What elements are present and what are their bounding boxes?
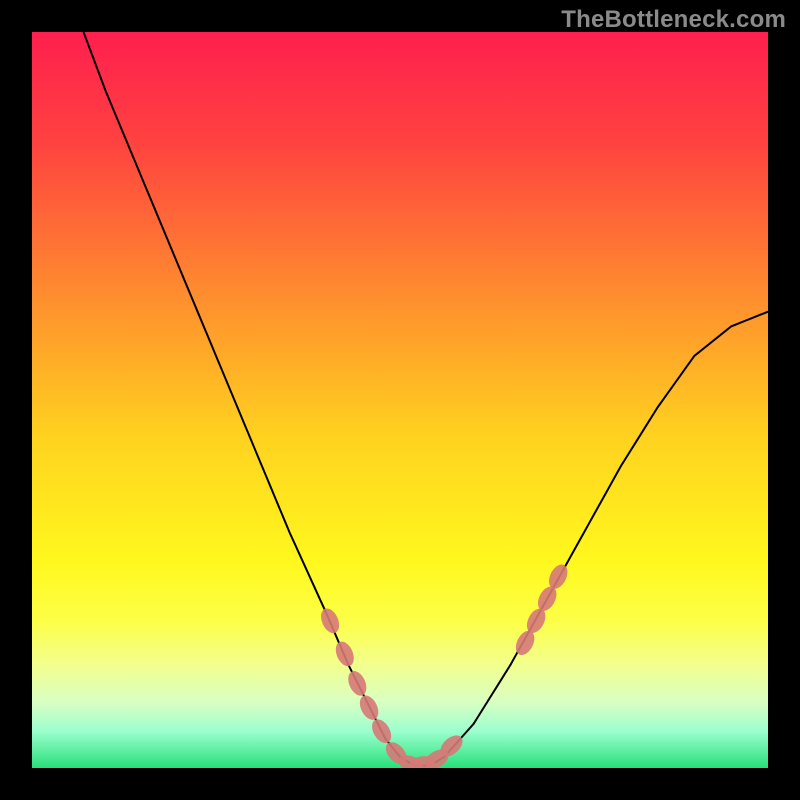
chart-frame: TheBottleneck.com [0,0,800,800]
chart-plot [32,32,768,768]
watermark-text: TheBottleneck.com [561,6,786,34]
chart-background [32,32,768,768]
chart-svg [32,32,768,768]
